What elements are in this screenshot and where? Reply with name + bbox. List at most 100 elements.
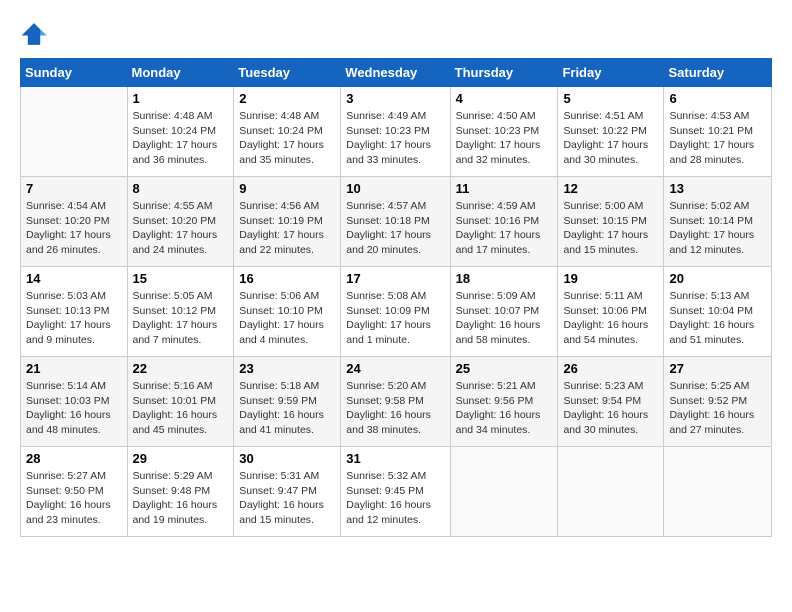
cell-content: Sunrise: 5:00 AM Sunset: 10:15 PM Daylig…	[563, 199, 658, 258]
day-number: 8	[133, 181, 229, 196]
cell-content: Sunrise: 5:11 AM Sunset: 10:06 PM Daylig…	[563, 289, 658, 348]
week-row-3: 14 Sunrise: 5:03 AM Sunset: 10:13 PM Dayl…	[21, 267, 772, 357]
calendar-cell: 3 Sunrise: 4:49 AM Sunset: 10:23 PM Dayli…	[341, 87, 450, 177]
cell-content: Sunrise: 4:53 AM Sunset: 10:21 PM Daylig…	[669, 109, 766, 168]
day-number: 12	[563, 181, 658, 196]
day-number: 30	[239, 451, 335, 466]
calendar-cell: 31 Sunrise: 5:32 AM Sunset: 9:45 PM Dayli…	[341, 447, 450, 537]
day-number: 28	[26, 451, 122, 466]
day-number: 23	[239, 361, 335, 376]
cell-content: Sunrise: 4:50 AM Sunset: 10:23 PM Daylig…	[456, 109, 553, 168]
calendar-cell	[21, 87, 128, 177]
day-number: 26	[563, 361, 658, 376]
calendar-cell: 21 Sunrise: 5:14 AM Sunset: 10:03 PM Dayl…	[21, 357, 128, 447]
col-header-wednesday: Wednesday	[341, 59, 450, 87]
day-number: 20	[669, 271, 766, 286]
calendar-cell: 15 Sunrise: 5:05 AM Sunset: 10:12 PM Dayl…	[127, 267, 234, 357]
cell-content: Sunrise: 5:02 AM Sunset: 10:14 PM Daylig…	[669, 199, 766, 258]
calendar-cell: 9 Sunrise: 4:56 AM Sunset: 10:19 PM Dayli…	[234, 177, 341, 267]
day-number: 14	[26, 271, 122, 286]
calendar-cell: 24 Sunrise: 5:20 AM Sunset: 9:58 PM Dayli…	[341, 357, 450, 447]
calendar-cell: 17 Sunrise: 5:08 AM Sunset: 10:09 PM Dayl…	[341, 267, 450, 357]
day-number: 11	[456, 181, 553, 196]
calendar-table: SundayMondayTuesdayWednesdayThursdayFrid…	[20, 58, 772, 537]
calendar-cell: 18 Sunrise: 5:09 AM Sunset: 10:07 PM Dayl…	[450, 267, 558, 357]
day-number: 21	[26, 361, 122, 376]
week-row-1: 1Sunrise: 4:48 AM Sunset: 10:24 PM Dayli…	[21, 87, 772, 177]
calendar-cell: 1Sunrise: 4:48 AM Sunset: 10:24 PM Dayli…	[127, 87, 234, 177]
week-row-4: 21 Sunrise: 5:14 AM Sunset: 10:03 PM Dayl…	[21, 357, 772, 447]
col-header-saturday: Saturday	[664, 59, 772, 87]
cell-content: Sunrise: 4:54 AM Sunset: 10:20 PM Daylig…	[26, 199, 122, 258]
day-number: 16	[239, 271, 335, 286]
cell-content: Sunrise: 4:49 AM Sunset: 10:23 PM Daylig…	[346, 109, 444, 168]
week-row-2: 7 Sunrise: 4:54 AM Sunset: 10:20 PM Dayli…	[21, 177, 772, 267]
cell-content: Sunrise: 4:56 AM Sunset: 10:19 PM Daylig…	[239, 199, 335, 258]
day-number: 2	[239, 91, 335, 106]
cell-content: Sunrise: 5:08 AM Sunset: 10:09 PM Daylig…	[346, 289, 444, 348]
day-number: 5	[563, 91, 658, 106]
cell-content: Sunrise: 5:31 AM Sunset: 9:47 PM Dayligh…	[239, 469, 335, 528]
day-number: 18	[456, 271, 553, 286]
calendar-cell: 26 Sunrise: 5:23 AM Sunset: 9:54 PM Dayli…	[558, 357, 664, 447]
calendar-cell: 25Sunrise: 5:21 AM Sunset: 9:56 PM Dayli…	[450, 357, 558, 447]
calendar-cell: 2 Sunrise: 4:48 AM Sunset: 10:24 PM Dayli…	[234, 87, 341, 177]
calendar-cell: 22Sunrise: 5:16 AM Sunset: 10:01 PM Dayl…	[127, 357, 234, 447]
cell-content: Sunrise: 5:13 AM Sunset: 10:04 PM Daylig…	[669, 289, 766, 348]
calendar-cell: 29 Sunrise: 5:29 AM Sunset: 9:48 PM Dayli…	[127, 447, 234, 537]
cell-content: Sunrise: 5:06 AM Sunset: 10:10 PM Daylig…	[239, 289, 335, 348]
day-number: 13	[669, 181, 766, 196]
col-header-tuesday: Tuesday	[234, 59, 341, 87]
calendar-cell: 23 Sunrise: 5:18 AM Sunset: 9:59 PM Dayli…	[234, 357, 341, 447]
day-number: 31	[346, 451, 444, 466]
calendar-cell: 6Sunrise: 4:53 AM Sunset: 10:21 PM Dayli…	[664, 87, 772, 177]
calendar-cell: 5Sunrise: 4:51 AM Sunset: 10:22 PM Dayli…	[558, 87, 664, 177]
col-header-thursday: Thursday	[450, 59, 558, 87]
day-number: 7	[26, 181, 122, 196]
cell-content: Sunrise: 5:03 AM Sunset: 10:13 PM Daylig…	[26, 289, 122, 348]
day-number: 27	[669, 361, 766, 376]
cell-content: Sunrise: 4:48 AM Sunset: 10:24 PM Daylig…	[239, 109, 335, 168]
cell-content: Sunrise: 5:18 AM Sunset: 9:59 PM Dayligh…	[239, 379, 335, 438]
calendar-cell: 14 Sunrise: 5:03 AM Sunset: 10:13 PM Dayl…	[21, 267, 128, 357]
calendar-cell: 19 Sunrise: 5:11 AM Sunset: 10:06 PM Dayl…	[558, 267, 664, 357]
calendar-cell: 12 Sunrise: 5:00 AM Sunset: 10:15 PM Dayl…	[558, 177, 664, 267]
logo-icon	[20, 20, 48, 48]
cell-content: Sunrise: 5:20 AM Sunset: 9:58 PM Dayligh…	[346, 379, 444, 438]
day-number: 15	[133, 271, 229, 286]
day-number: 4	[456, 91, 553, 106]
cell-content: Sunrise: 4:48 AM Sunset: 10:24 PM Daylig…	[133, 109, 229, 168]
calendar-cell: 16 Sunrise: 5:06 AM Sunset: 10:10 PM Dayl…	[234, 267, 341, 357]
day-number: 24	[346, 361, 444, 376]
cell-content: Sunrise: 5:32 AM Sunset: 9:45 PM Dayligh…	[346, 469, 444, 528]
calendar-cell: 20 Sunrise: 5:13 AM Sunset: 10:04 PM Dayl…	[664, 267, 772, 357]
page-header	[20, 20, 772, 48]
day-number: 10	[346, 181, 444, 196]
cell-content: Sunrise: 5:29 AM Sunset: 9:48 PM Dayligh…	[133, 469, 229, 528]
cell-content: Sunrise: 4:57 AM Sunset: 10:18 PM Daylig…	[346, 199, 444, 258]
cell-content: Sunrise: 5:16 AM Sunset: 10:01 PM Daylig…	[133, 379, 229, 438]
day-number: 17	[346, 271, 444, 286]
calendar-cell: 13 Sunrise: 5:02 AM Sunset: 10:14 PM Dayl…	[664, 177, 772, 267]
calendar-cell	[558, 447, 664, 537]
cell-content: Sunrise: 5:23 AM Sunset: 9:54 PM Dayligh…	[563, 379, 658, 438]
day-number: 9	[239, 181, 335, 196]
day-number: 25	[456, 361, 553, 376]
week-row-5: 28Sunrise: 5:27 AM Sunset: 9:50 PM Dayli…	[21, 447, 772, 537]
cell-content: Sunrise: 5:14 AM Sunset: 10:03 PM Daylig…	[26, 379, 122, 438]
day-number: 29	[133, 451, 229, 466]
calendar-cell: 10 Sunrise: 4:57 AM Sunset: 10:18 PM Dayl…	[341, 177, 450, 267]
cell-content: Sunrise: 5:25 AM Sunset: 9:52 PM Dayligh…	[669, 379, 766, 438]
calendar-cell: 7 Sunrise: 4:54 AM Sunset: 10:20 PM Dayli…	[21, 177, 128, 267]
calendar-cell: 4 Sunrise: 4:50 AM Sunset: 10:23 PM Dayli…	[450, 87, 558, 177]
calendar-cell	[664, 447, 772, 537]
cell-content: Sunrise: 5:09 AM Sunset: 10:07 PM Daylig…	[456, 289, 553, 348]
day-number: 3	[346, 91, 444, 106]
col-header-monday: Monday	[127, 59, 234, 87]
header-row: SundayMondayTuesdayWednesdayThursdayFrid…	[21, 59, 772, 87]
day-number: 19	[563, 271, 658, 286]
calendar-cell: 28Sunrise: 5:27 AM Sunset: 9:50 PM Dayli…	[21, 447, 128, 537]
cell-content: Sunrise: 4:55 AM Sunset: 10:20 PM Daylig…	[133, 199, 229, 258]
calendar-cell: 30 Sunrise: 5:31 AM Sunset: 9:47 PM Dayli…	[234, 447, 341, 537]
cell-content: Sunrise: 5:05 AM Sunset: 10:12 PM Daylig…	[133, 289, 229, 348]
